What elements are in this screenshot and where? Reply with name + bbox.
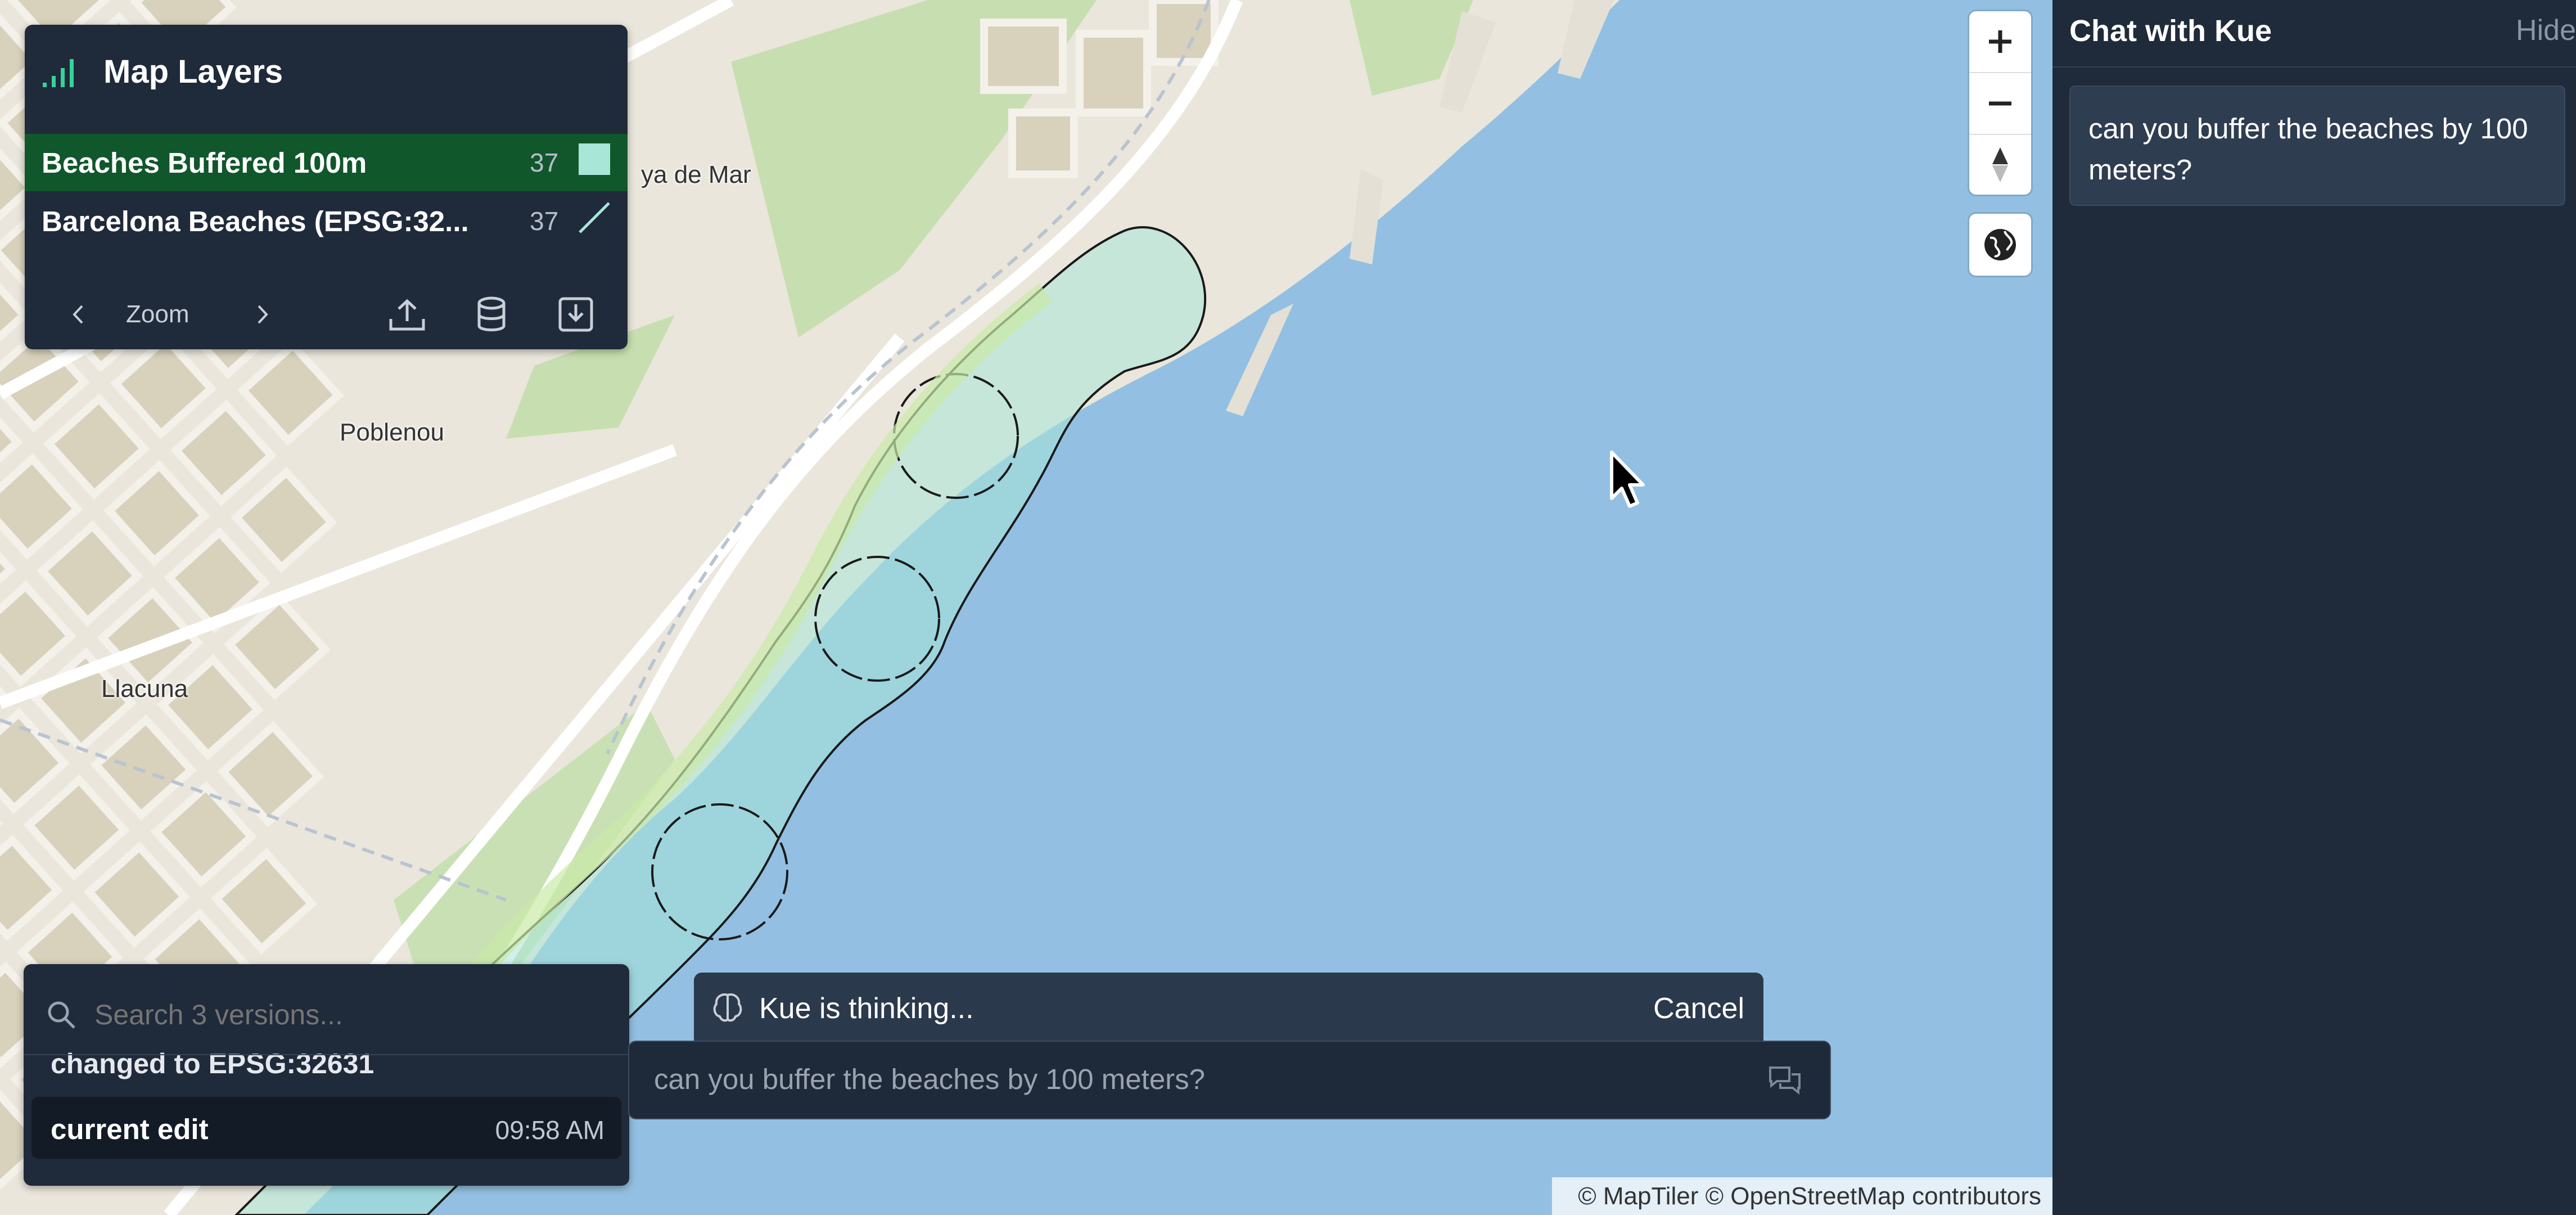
- download-icon[interactable]: [553, 295, 598, 334]
- divider: [2052, 66, 2576, 68]
- map-attribution[interactable]: © MapTiler © OpenStreetMap contributors: [1552, 1177, 2052, 1215]
- layers-toolbar: Zoom: [25, 295, 628, 334]
- search-icon: [48, 1001, 75, 1029]
- layer-row-barcelona-beaches[interactable]: Barcelona Beaches (EPSG:32... 37: [25, 192, 628, 250]
- chat-sidebar: Chat with Kue Hide can you buffer the be…: [2052, 0, 2576, 1215]
- chevron-right-icon[interactable]: [249, 295, 277, 334]
- version-item-previous[interactable]: changed to EPSG:32631: [51, 1047, 374, 1080]
- chat-message-user: can you buffer the beaches by 100 meters…: [2069, 86, 2565, 206]
- zoom-controls: [1969, 11, 2031, 195]
- version-item-current[interactable]: current edit 09:58 AM: [31, 1097, 621, 1159]
- zoom-out-button[interactable]: [1969, 73, 2031, 135]
- brain-icon: [713, 993, 742, 1022]
- polygon-swatch-icon: [578, 142, 611, 183]
- prompt-bar: [628, 1041, 1831, 1119]
- layers-header: Map Layers: [42, 52, 283, 91]
- layers-title: Map Layers: [103, 53, 283, 90]
- map-label-platja: ya de Mar: [641, 161, 751, 188]
- globe-icon[interactable]: [1969, 214, 2031, 276]
- upload-icon[interactable]: [385, 295, 430, 334]
- divider: [24, 1054, 629, 1055]
- versions-panel: changed to EPSG:32631 current edit 09:58…: [24, 964, 629, 1186]
- layer-name: Barcelona Beaches (EPSG:32...: [42, 205, 469, 237]
- thinking-text: Kue is thinking...: [759, 992, 974, 1025]
- versions-search-input[interactable]: [93, 998, 590, 1032]
- line-swatch-icon: [578, 201, 611, 241]
- layer-count: 37: [530, 206, 559, 236]
- prompt-input[interactable]: [653, 1062, 1724, 1096]
- signal-bars-icon: [43, 59, 74, 87]
- version-label: current edit: [51, 1113, 209, 1145]
- zoom-in-button[interactable]: [1969, 11, 2031, 73]
- cancel-button[interactable]: Cancel: [1653, 992, 1744, 1025]
- chat-bubbles-icon[interactable]: [1768, 1064, 1802, 1096]
- map-label-poblenou: Poblenou: [340, 418, 444, 446]
- hide-chat-button[interactable]: Hide: [2516, 14, 2576, 47]
- mouse-cursor-icon: [1610, 451, 1645, 508]
- database-icon[interactable]: [469, 295, 514, 334]
- compass-icon[interactable]: [1969, 135, 2031, 195]
- map-layers-panel: Map Layers Beaches Buffered 100m 37 Barc…: [25, 25, 628, 349]
- version-time: 09:58 AM: [495, 1115, 604, 1145]
- thinking-bar: Kue is thinking... Cancel: [694, 973, 1763, 1041]
- versions-search: [46, 998, 590, 1032]
- chevron-left-icon[interactable]: [64, 295, 92, 334]
- map-label-llacuna: Llacuna: [101, 675, 188, 703]
- layer-count: 37: [530, 148, 559, 177]
- layer-name: Beaches Buffered 100m: [42, 146, 367, 179]
- chat-title: Chat with Kue: [2069, 14, 2272, 48]
- zoom-label: Zoom: [126, 300, 190, 328]
- globe-control: [1969, 214, 2031, 276]
- layer-row-beaches-buffered[interactable]: Beaches Buffered 100m 37: [25, 134, 628, 191]
